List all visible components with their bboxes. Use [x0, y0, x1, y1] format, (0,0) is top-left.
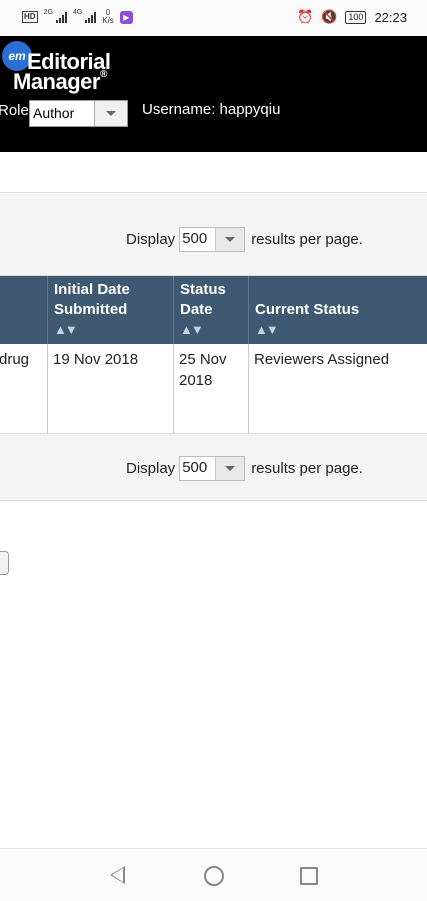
column-label: Status Date: [180, 281, 226, 318]
column-label: Initial Date Submitted: [54, 281, 130, 318]
app-header: em Editorial Manager® Role: Author Usern…: [0, 36, 427, 152]
logo-text-manager: Manager®: [13, 69, 107, 95]
sort-icon[interactable]: ▲▼: [180, 320, 242, 340]
results-per-page-select-bottom[interactable]: 500: [179, 456, 246, 481]
column-header-status-date[interactable]: Status Date ▲▼: [180, 280, 242, 340]
pagination-bottom: Display 500 results per page.: [126, 456, 363, 481]
battery-icon: 100: [345, 10, 367, 24]
pagination-top: Display 500 results per page.: [126, 227, 363, 252]
chevron-down-icon: [106, 111, 116, 116]
table-header: Initial Date Submitted ▲▼ Status Date ▲▼…: [0, 276, 427, 344]
signal-icon-2: [85, 11, 97, 23]
back-icon[interactable]: [110, 866, 125, 884]
sort-icon[interactable]: ▲▼: [54, 320, 169, 340]
username-label: Username: happyqiu: [142, 101, 281, 118]
network-type-1: 2G: [43, 8, 53, 16]
cell-title: drug: [0, 351, 30, 368]
role-dropdown-button[interactable]: [94, 101, 127, 126]
status-bar-right: ⏰ 🔇 100 22:23: [297, 9, 407, 25]
registered-mark: ®: [99, 69, 107, 80]
home-icon[interactable]: [204, 866, 224, 886]
system-nav-bar: [0, 848, 427, 901]
pagination-bottom-band: Display 500 results per page.: [0, 433, 427, 501]
hd-indicator: HD: [22, 11, 38, 23]
results-per-page-value: 500: [182, 230, 208, 247]
chevron-down-icon[interactable]: [215, 457, 245, 480]
cell-status-date: 25 Nov 2018: [179, 351, 227, 389]
column-header-current-status[interactable]: Current Status ▲▼: [255, 300, 425, 340]
status-bar: HD 2G 4G 0 K/s ▶ ⏰ 🔇 100 22:23: [0, 0, 427, 36]
alarm-icon: ⏰: [297, 9, 314, 24]
clock: 22:23: [374, 9, 407, 25]
role-select[interactable]: Author: [29, 100, 128, 127]
results-per-page-label: results per page.: [251, 231, 363, 248]
column-label: Current Status: [255, 301, 360, 318]
partial-button[interactable]: [0, 551, 9, 575]
results-per-page-label: results per page.: [251, 460, 363, 477]
table-row[interactable]: drug 19 Nov 2018 25 Nov 2018 Reviewers A…: [0, 344, 427, 433]
chevron-down-icon[interactable]: [215, 228, 245, 251]
speed-unit: K/s: [102, 16, 114, 25]
mute-icon: 🔇: [321, 9, 338, 24]
pagination-top-band: Display 500 results per page.: [0, 192, 427, 276]
role-value: Author: [33, 105, 75, 121]
recent-apps-icon[interactable]: [300, 867, 318, 885]
media-play-icon: ▶: [119, 10, 133, 24]
cell-current-status: Reviewers Assigned: [254, 351, 390, 368]
display-label: Display: [126, 231, 176, 248]
signal-icon: [55, 11, 67, 23]
results-per-page-select-top[interactable]: 500: [179, 227, 246, 252]
status-bar-left: HD 2G 4G 0 K/s ▶: [22, 9, 133, 25]
network-speed: 0 K/s: [102, 9, 114, 25]
display-label: Display: [126, 460, 176, 477]
cell-initial-date: 19 Nov 2018: [53, 351, 139, 368]
column-header-initial-date[interactable]: Initial Date Submitted ▲▼: [54, 280, 169, 340]
network-type-2: 4G: [72, 8, 83, 16]
sort-icon[interactable]: ▲▼: [255, 320, 425, 340]
logo-manager: Manager: [13, 69, 100, 94]
results-per-page-value: 500: [182, 459, 208, 476]
